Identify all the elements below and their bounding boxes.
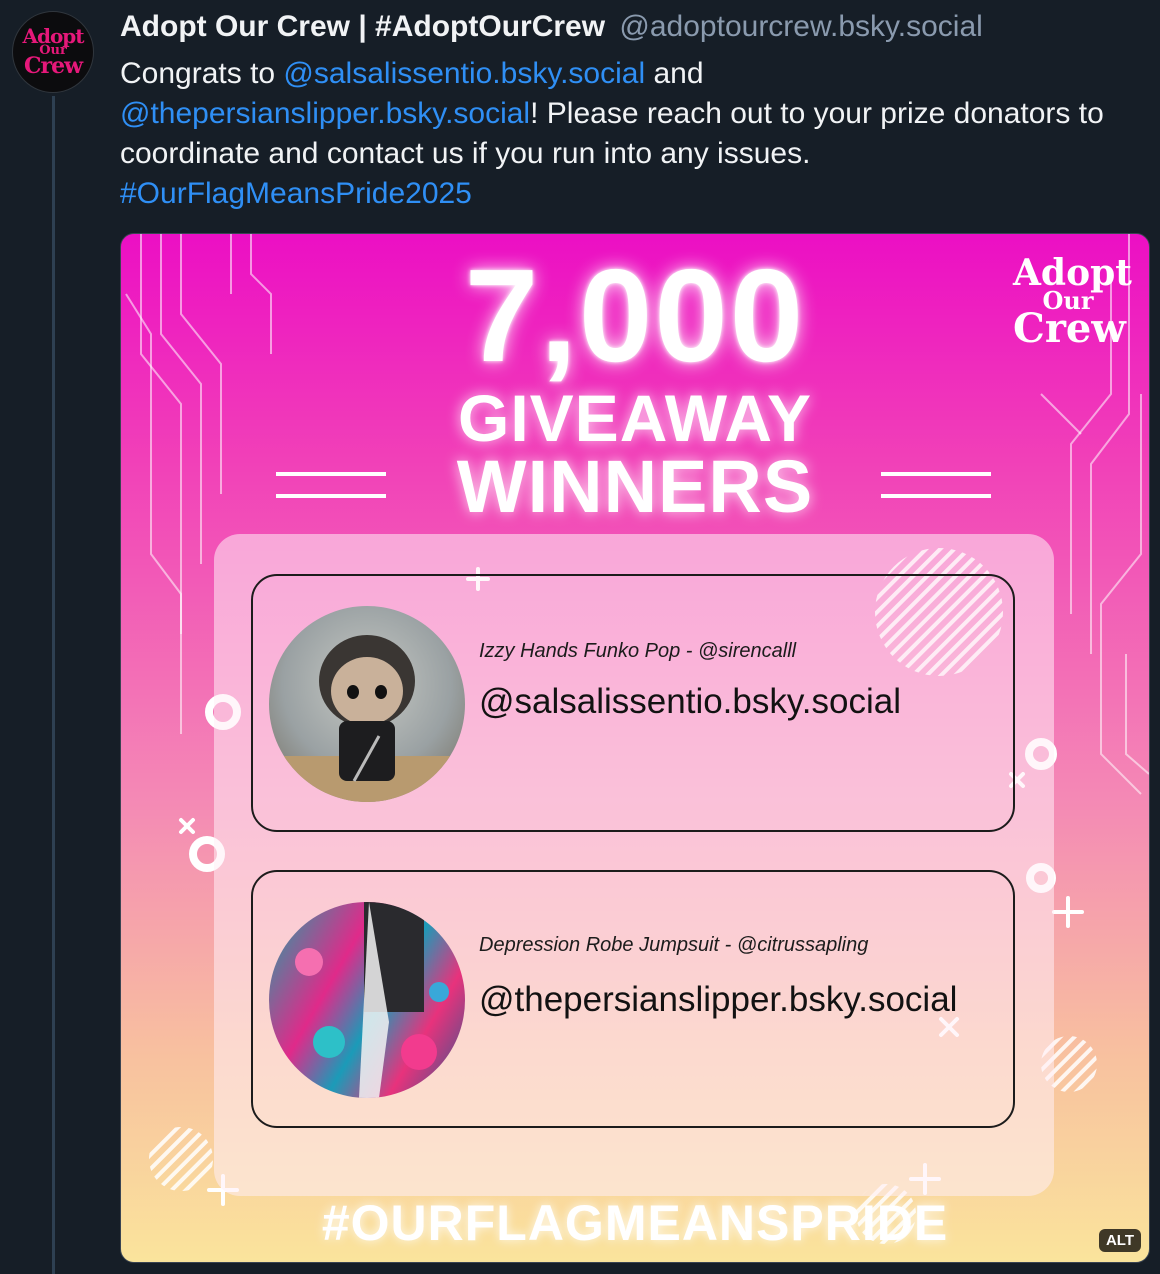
winner-photo-funko [269, 606, 465, 802]
thread-line [52, 96, 55, 1274]
winner-handle: @thepersianslipper.bsky.social [479, 980, 958, 1019]
mention-link-2[interactable]: @thepersianslipper.bsky.social [120, 97, 530, 130]
bottom-hashtag: #OURFLAGMEANSPRIDE [321, 1195, 949, 1251]
avatar[interactable]: Adopt Our Crew [12, 11, 94, 93]
winner-card: Depression Robe Jumpsuit - @citrussaplin… [251, 870, 1015, 1128]
winner-prize: Depression Robe Jumpsuit - @citrussaplin… [479, 934, 869, 956]
post-header: Adopt Our Crew | #AdoptOurCrew @adoptour… [120, 10, 983, 44]
display-name[interactable]: Adopt Our Crew | #AdoptOurCrew [120, 10, 605, 43]
headline-winners: WINNERS [456, 445, 814, 528]
hashtag-link[interactable]: #OurFlagMeansPride2025 [120, 177, 472, 210]
winner-prize: Izzy Hands Funko Pop - @sirencalll [479, 640, 797, 662]
post-text: Congrats to @salsalissentio.bsky.social … [120, 54, 1150, 214]
alt-text-button[interactable]: ALT [1098, 1229, 1141, 1252]
brand-logo-line3: Crew [1013, 304, 1126, 352]
author-handle[interactable]: @adoptourcrew.bsky.social [619, 10, 982, 43]
brand-logo: Adopt Our Crew [1013, 252, 1132, 352]
winner-handle: @salsalissentio.bsky.social [479, 682, 901, 721]
post-text-part2: and [645, 57, 704, 90]
mention-link-1[interactable]: @salsalissentio.bsky.social [283, 57, 645, 90]
avatar-text-line3: Crew [23, 52, 83, 79]
headline-number: 7,000 [464, 242, 806, 389]
post-text-part1: Congrats to [120, 57, 284, 90]
post-image[interactable]: 7,000 GIVEAWAY WINNERS Adopt Our Crew Iz… [120, 233, 1150, 1263]
winner-photo-robe [269, 902, 465, 1098]
brand-logo-line1: Adopt [1013, 252, 1132, 294]
winner-card: Izzy Hands Funko Pop - @sirencalll @sals… [251, 574, 1015, 832]
